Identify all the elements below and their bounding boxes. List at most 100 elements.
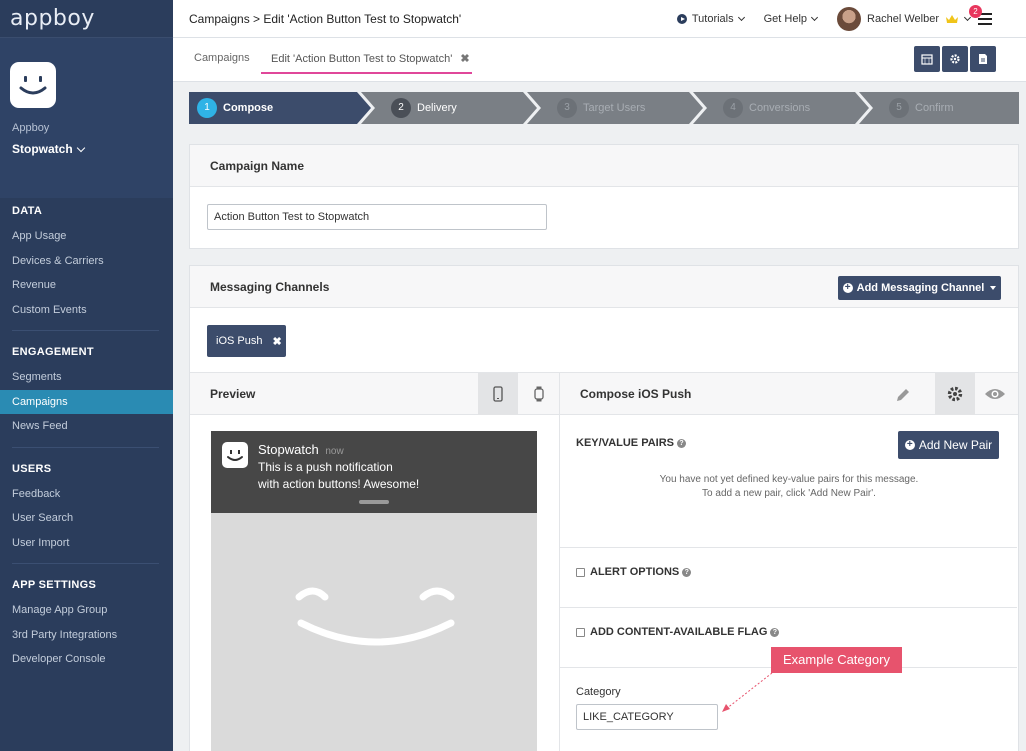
plus-icon: + [842, 283, 853, 293]
sidebar-nav: DATA App Usage Devices & Carriers Revenue Cu… [0, 198, 173, 672]
help-label: Get Help [763, 13, 808, 25]
alert-options-checkbox[interactable] [576, 567, 585, 577]
sidebar: appboy Appboy Stopwatch DATA App Usage Dev… [0, 0, 173, 751]
sidebar-item-devices-carriers[interactable]: Devices & Carriers [0, 249, 173, 274]
caret-down-icon [990, 286, 997, 290]
alert-options-toggle[interactable]: ALERT OPTIONS ? [576, 566, 692, 578]
sidebar-item-app-usage[interactable]: App Usage [0, 224, 173, 249]
eye-icon [985, 389, 1005, 399]
active-tab-indicator [261, 72, 472, 74]
pencil-icon [897, 389, 909, 401]
remove-channel-icon[interactable]: ✖ [272, 335, 281, 348]
notification-handle [359, 500, 389, 504]
help-menu[interactable]: Get Help [763, 13, 819, 25]
plus-icon: + [904, 440, 915, 450]
content-available-checkbox[interactable] [576, 627, 585, 637]
nav-divider [12, 446, 159, 448]
sidebar-item-manage-app-group[interactable]: Manage App Group [0, 598, 173, 623]
add-messaging-channel-button[interactable]: + Add Messaging Channel [838, 276, 1001, 300]
sidebar-item-campaigns[interactable]: Campaigns [0, 389, 173, 414]
step-compose[interactable]: 1 Compose [189, 92, 273, 124]
top-right-controls: Tutorials Get Help Rachel Welber 2 [676, 0, 1026, 38]
nav-divider [12, 330, 159, 331]
campaign-name-input[interactable] [207, 204, 547, 230]
sidebar-item-feedback[interactable]: Feedback [0, 482, 173, 507]
document-button[interactable] [970, 46, 996, 72]
device-watch-button[interactable] [518, 373, 560, 415]
chevron-down-icon [76, 143, 85, 152]
step-number: 4 [723, 98, 743, 118]
messaging-channels-panel: Messaging Channels + Add Messaging Chann… [189, 265, 1019, 751]
step-conversions[interactable]: 4 Conversions [715, 92, 810, 124]
sidebar-item-revenue[interactable]: Revenue [0, 273, 173, 298]
notification-message-line2: with action buttons! Awesome! [258, 477, 420, 491]
help-icon[interactable]: ? [682, 567, 692, 577]
kv-pairs-label: KEY/VALUE PAIRS [576, 437, 674, 449]
watch-icon [534, 386, 544, 402]
example-category-callout: Example Category [771, 647, 902, 673]
help-icon[interactable]: ? [770, 627, 780, 637]
sidebar-item-custom-events[interactable]: Custom Events [0, 298, 173, 323]
tab-campaigns[interactable]: Campaigns [194, 52, 250, 64]
channel-label: iOS Push [216, 335, 263, 347]
phone-preview: Stopwatch now This is a push notificatio… [211, 431, 537, 751]
notification-title-row: Stopwatch now [258, 442, 344, 457]
brand-bar: appboy [0, 0, 173, 38]
step-number: 5 [889, 98, 909, 118]
nav-section-app-settings: APP SETTINGS Manage App Group 3rd Party In… [0, 572, 173, 672]
step-target-users[interactable]: 3 Target Users [549, 92, 645, 124]
content-available-toggle[interactable]: ADD CONTENT-AVAILABLE FLAG ? [576, 626, 780, 638]
preview-column: Preview Stopwatch now This is a push not… [190, 372, 560, 751]
sidebar-item-user-import[interactable]: User Import [0, 531, 173, 556]
nav-section-users: USERS Feedback User Search User Import [0, 456, 173, 556]
step-label: Compose [223, 102, 274, 114]
app-switcher: Appboy Stopwatch [0, 38, 173, 198]
device-phone-button[interactable] [478, 373, 518, 415]
category-input[interactable] [576, 704, 718, 730]
callout-arrow [722, 672, 773, 712]
tab-edit-campaign[interactable]: Edit 'Action Button Test to Stopwatch' ✖ [271, 52, 470, 65]
app-selector[interactable]: Stopwatch [12, 142, 85, 156]
sidebar-item-developer-console[interactable]: Developer Console [0, 647, 173, 672]
user-name[interactable]: Rachel Welber [867, 13, 939, 25]
sidebar-item-segments[interactable]: Segments [0, 365, 173, 390]
phone-icon [493, 386, 503, 402]
settings-button[interactable] [942, 46, 968, 72]
nav-section-engagement: ENGAGEMENT Segments Campaigns News Feed [0, 339, 173, 439]
add-new-pair-button[interactable]: + Add New Pair [898, 431, 999, 459]
step-number: 2 [391, 98, 411, 118]
add-pair-label: Add New Pair [918, 438, 993, 452]
campaign-name-panel: Campaign Name [189, 144, 1019, 249]
nav-section-data: DATA App Usage Devices & Carriers Revenue Cu… [0, 198, 173, 322]
play-icon [676, 14, 687, 24]
nav-section-title: APP SETTINGS [12, 579, 97, 591]
settings-mode-button[interactable] [935, 373, 975, 415]
step-delivery[interactable]: 2 Delivery [383, 92, 457, 124]
appboy-logo[interactable]: appboy [10, 6, 95, 31]
step-confirm[interactable]: 5 Confirm [881, 92, 954, 124]
notification-time: now [325, 446, 344, 457]
push-notification-preview: Stopwatch now This is a push notificatio… [211, 431, 537, 513]
close-tab-icon[interactable]: ✖ [460, 53, 469, 65]
kv-pairs-heading: KEY/VALUE PAIRS? [576, 437, 686, 449]
edit-mode-button[interactable] [894, 386, 912, 407]
sidebar-item-user-search[interactable]: User Search [0, 506, 173, 531]
sidebar-item-news-feed[interactable]: News Feed [0, 414, 173, 439]
panel-heading: Campaign Name [190, 145, 1018, 187]
nav-divider [12, 563, 159, 564]
preview-mode-button[interactable] [984, 386, 1006, 405]
avatar[interactable] [837, 7, 862, 31]
step-number: 1 [197, 98, 217, 118]
alert-options-row: ALERT OPTIONS ? [560, 547, 1017, 607]
content-available-label: ADD CONTENT-AVAILABLE FLAG [590, 626, 768, 638]
breadcrumb: Campaigns > Edit 'Action Button Test to … [189, 11, 462, 26]
notification-app-name: Stopwatch [258, 442, 319, 457]
sidebar-item-3rd-party-integrations[interactable]: 3rd Party Integrations [0, 623, 173, 648]
tutorials-label: Tutorials [691, 13, 734, 25]
compose-column: Compose iOS Push KEY/VALUE PAIRS? + Add … [560, 372, 1018, 751]
gear-icon [950, 54, 960, 64]
help-icon[interactable]: ? [677, 438, 686, 448]
company-name: Appboy [12, 122, 50, 134]
calendar-button[interactable] [914, 46, 940, 72]
tutorials-menu[interactable]: Tutorials [676, 13, 745, 25]
